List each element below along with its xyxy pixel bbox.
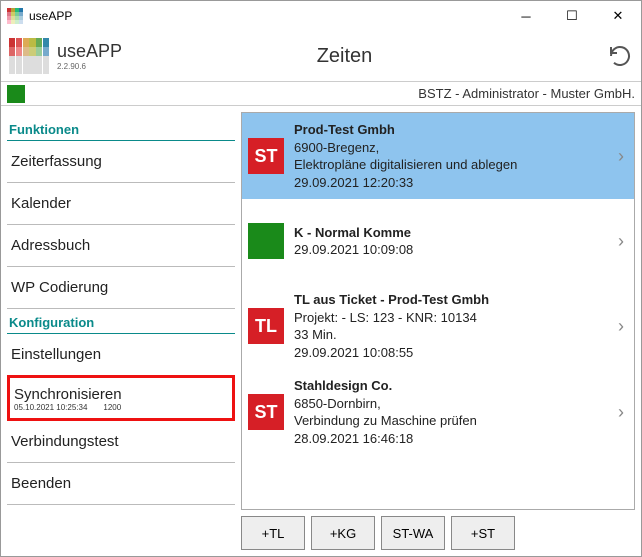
status-indicator-icon [7, 85, 25, 103]
header: useAPP 2.2.90.6 Zeiten [1, 31, 641, 81]
add-tl-button[interactable]: +TL [241, 516, 305, 550]
minimize-button[interactable]: ─ [503, 1, 549, 31]
list-item-title: Stahldesign Co. [294, 377, 604, 395]
section-funktionen: Funktionen [7, 120, 235, 141]
list-item-line2: 33 Min. [294, 326, 604, 344]
badge-icon [248, 223, 284, 259]
list-item-body: Prod-Test Gmbh6900-Bregenz,Elektropläne … [294, 121, 604, 191]
list-item[interactable]: ST Prod-Test Gmbh6900-Bregenz,Elektroplän… [242, 113, 634, 199]
title-text: useAPP [29, 9, 503, 23]
titlebar: useAPP ─ ☐ ✕ [1, 1, 641, 31]
list-item-line1: 6900-Bregenz, [294, 139, 604, 157]
chevron-right-icon: › [614, 316, 628, 337]
list-item-line2: Elektropläne digitalisieren und ablegen [294, 156, 604, 174]
list-item-time: 29.09.2021 10:08:55 [294, 344, 604, 362]
main-panel: ST Prod-Test Gmbh6900-Bregenz,Elektroplän… [241, 106, 641, 556]
button-bar: +TL +KG ST-WA +ST [241, 510, 635, 550]
sidebar-item-label: Synchronisieren [14, 386, 122, 403]
maximize-button[interactable]: ☐ [549, 1, 595, 31]
list-item[interactable]: TL TL aus Ticket - Prod-Test GmbhProjekt:… [242, 283, 634, 369]
list-item-time: 29.09.2021 10:09:08 [294, 241, 604, 259]
close-button[interactable]: ✕ [595, 1, 641, 31]
list-item-title: K - Normal Komme [294, 224, 604, 242]
app-icon [7, 8, 23, 24]
sync-timestamp: 05.10.2021 10:25:34 [14, 403, 87, 412]
section-konfiguration: Konfiguration [7, 313, 235, 334]
list-item-line2: Verbindung zu Maschine prüfen [294, 412, 604, 430]
badge-icon: ST [248, 394, 284, 430]
sidebar-item-adressbuch[interactable]: Adressbuch [7, 225, 235, 267]
sidebar-item-kalender[interactable]: Kalender [7, 183, 235, 225]
add-st-button[interactable]: +ST [451, 516, 515, 550]
list-item-time: 28.09.2021 16:46:18 [294, 430, 604, 448]
chevron-right-icon: › [614, 231, 628, 252]
list-item-body: Stahldesign Co.6850-Dornbirn,Verbindung … [294, 377, 604, 447]
list-item[interactable]: ST Stahldesign Co.6850-Dornbirn,Verbindun… [242, 369, 634, 455]
list-item-title: TL aus Ticket - Prod-Test Gmbh [294, 291, 604, 309]
list-item-title: Prod-Test Gmbh [294, 121, 604, 139]
chevron-right-icon: › [614, 146, 628, 167]
st-wa-button[interactable]: ST-WA [381, 516, 445, 550]
list-item-line1: Projekt: - LS: 123 - KNR: 10134 [294, 309, 604, 327]
list-item[interactable]: K - Normal Komme29.09.2021 10:09:08 › [242, 199, 634, 283]
list-item-time: 29.09.2021 12:20:33 [294, 174, 604, 192]
entry-list: ST Prod-Test Gmbh6900-Bregenz,Elektroplän… [241, 112, 635, 510]
app-logo [9, 38, 49, 74]
sidebar: Funktionen Zeiterfassung Kalender Adress… [1, 106, 241, 556]
sidebar-item-synchronisieren[interactable]: Synchronisieren 05.10.2021 10:25:34 1200 [7, 375, 235, 421]
sync-count: 1200 [103, 403, 121, 412]
list-item-body: TL aus Ticket - Prod-Test GmbhProjekt: -… [294, 291, 604, 361]
refresh-icon[interactable] [607, 43, 633, 69]
badge-icon: TL [248, 308, 284, 344]
sidebar-item-verbindungstest[interactable]: Verbindungstest [7, 421, 235, 463]
sidebar-item-zeiterfassung[interactable]: Zeiterfassung [7, 141, 235, 183]
list-item-line1: 6850-Dornbirn, [294, 395, 604, 413]
list-item-body: K - Normal Komme29.09.2021 10:09:08 [294, 224, 604, 259]
sidebar-item-beenden[interactable]: Beenden [7, 463, 235, 505]
badge-icon: ST [248, 138, 284, 174]
chevron-right-icon: › [614, 402, 628, 423]
sidebar-item-wp-codierung[interactable]: WP Codierung [7, 267, 235, 309]
sidebar-item-einstellungen[interactable]: Einstellungen [7, 334, 235, 376]
add-kg-button[interactable]: +KG [311, 516, 375, 550]
page-title: Zeiten [82, 45, 607, 68]
status-bar: BSTZ - Administrator - Muster GmbH. [1, 81, 641, 106]
status-text: BSTZ - Administrator - Muster GmbH. [25, 86, 635, 101]
